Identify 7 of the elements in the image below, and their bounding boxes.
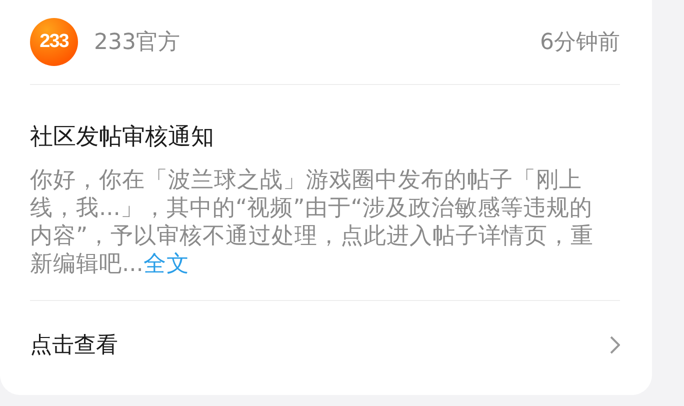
view-details-link[interactable]: 点击查看 (30, 330, 118, 360)
notice-title: 社区发帖审核通知 (30, 123, 215, 152)
timestamp: 6分钟前 (540, 29, 620, 57)
notice-body: 你好，你在「波兰球之战」游戏圈中发布的帖子「刚上线，我...」，其中的“视频”由于“涉及政治敏感等违规的内容”，予以审核不通过处理，点此进入帖子详情页，重新编辑吧...全文 (30, 166, 595, 278)
chevron-right-icon (610, 336, 620, 354)
sender-name: 233官方 (94, 29, 181, 57)
app-logo: 233 (30, 18, 78, 66)
